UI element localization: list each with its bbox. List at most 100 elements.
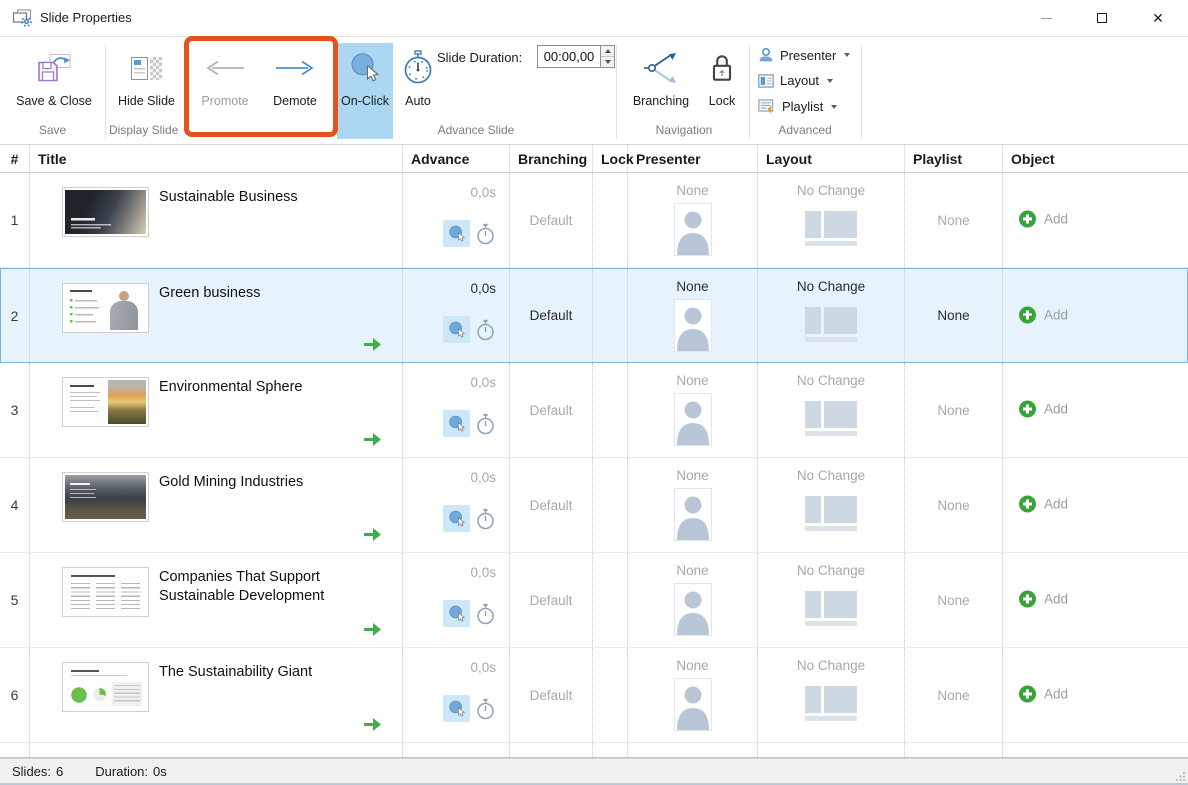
lock-cell[interactable] (593, 458, 628, 552)
playlist-cell[interactable]: None (905, 173, 1003, 267)
demote-button[interactable]: Demote (260, 43, 330, 108)
group-label-save: Save (0, 123, 105, 137)
add-object-button[interactable]: Add (1019, 400, 1068, 417)
add-object-button[interactable]: Add (1019, 210, 1068, 227)
slide-thumbnail[interactable] (62, 472, 149, 522)
layout-cell[interactable]: No Change (758, 269, 905, 362)
presenter-cell[interactable]: None (628, 363, 758, 457)
save-close-button[interactable]: Save & Close (10, 43, 98, 108)
lock-cell[interactable] (593, 363, 628, 457)
presenter-cell[interactable]: None (628, 269, 758, 362)
stopwatch-icon (476, 508, 495, 530)
branching-cell[interactable]: Default (510, 173, 593, 267)
auto-advance-toggle[interactable] (476, 603, 495, 625)
maximize-button[interactable] (1074, 0, 1130, 36)
lock-cell[interactable] (593, 553, 628, 647)
branching-cell[interactable]: Default (510, 269, 593, 362)
playlist-dropdown[interactable]: Playlist (758, 99, 837, 114)
slide-thumbnail[interactable] (62, 662, 149, 712)
layout-cell[interactable]: No Change (758, 648, 905, 742)
object-cell: Add (1003, 173, 1188, 267)
presenter-dropdown[interactable]: Presenter (758, 47, 850, 63)
duration-decrease-button[interactable] (601, 57, 614, 67)
branching-cell[interactable]: Default (510, 553, 593, 647)
presenter-cell[interactable]: None (628, 648, 758, 742)
ribbon: Save & Close Save Hide Slide Display Sli… (0, 37, 1188, 145)
layout-panels-icon (805, 307, 857, 343)
branching-cell[interactable]: Default (510, 363, 593, 457)
layout-cell[interactable]: No Change (758, 553, 905, 647)
add-object-button[interactable]: Add (1019, 590, 1068, 607)
slide-thumbnail[interactable] (62, 377, 149, 427)
layout-dropdown[interactable]: Layout (758, 73, 833, 88)
presenter-value: None (628, 183, 757, 198)
layout-cell[interactable]: No Change (758, 363, 905, 457)
slide-thumbnail[interactable] (62, 187, 149, 237)
layout-cell[interactable]: No Change (758, 173, 905, 267)
slide-thumbnail[interactable] (62, 283, 149, 333)
playlist-value: None (937, 213, 969, 228)
plus-circle-icon (1019, 590, 1036, 607)
promote-button[interactable]: Promote (192, 43, 258, 108)
layout-label: Layout (780, 73, 819, 88)
lock-cell[interactable] (593, 648, 628, 742)
playlist-cell[interactable]: None (905, 553, 1003, 647)
on-click-toggle[interactable] (443, 220, 470, 247)
lock-button[interactable]: Lock (700, 43, 744, 108)
auto-advance-toggle[interactable] (476, 319, 495, 341)
slide-duration-input[interactable]: 00:00,00 (537, 45, 601, 68)
presenter-cell[interactable]: None (628, 173, 758, 267)
resize-grip[interactable] (1176, 771, 1186, 781)
hide-slide-button[interactable]: Hide Slide (108, 43, 185, 108)
slide-title-cell: Gold Mining Industries (30, 458, 403, 552)
auto-advance-toggle[interactable] (476, 508, 495, 530)
auto-button[interactable]: Auto (397, 43, 439, 108)
advance-mode-toggles (443, 316, 495, 343)
hide-slide-label: Hide Slide (118, 94, 175, 108)
table-row[interactable]: 1 Sustainable Business 0,0s (0, 173, 1188, 268)
layout-cell[interactable]: No Change (758, 458, 905, 552)
branching-cell[interactable]: Default (510, 458, 593, 552)
minimize-button[interactable] (1018, 0, 1074, 36)
presenter-cell[interactable]: None (628, 553, 758, 647)
branching-button[interactable]: Branching (628, 43, 694, 108)
auto-advance-toggle[interactable] (476, 413, 495, 435)
on-click-toggle[interactable] (443, 410, 470, 437)
slide-thumbnail-image (65, 380, 146, 424)
column-header-title: Title (30, 145, 403, 172)
on-click-toggle[interactable] (443, 695, 470, 722)
auto-advance-toggle[interactable] (476, 223, 495, 245)
lock-cell[interactable] (593, 269, 628, 362)
playlist-cell[interactable]: None (905, 458, 1003, 552)
lock-cell[interactable] (593, 173, 628, 267)
auto-advance-toggle[interactable] (476, 698, 495, 720)
playlist-cell[interactable]: None (905, 269, 1003, 362)
table-row[interactable]: 6 The Sustainability Giant 0,0s (0, 648, 1188, 743)
playlist-cell[interactable]: None (905, 363, 1003, 457)
on-click-toggle[interactable] (443, 600, 470, 627)
close-button[interactable]: ✕ (1130, 0, 1186, 36)
column-header-branching: Branching (510, 145, 593, 172)
mouse-click-icon (448, 605, 466, 623)
table-row[interactable]: 2 Green business 0,0s (0, 268, 1188, 363)
playlist-cell[interactable]: None (905, 648, 1003, 742)
branching-cell[interactable]: Default (510, 648, 593, 742)
on-click-toggle[interactable] (443, 316, 470, 343)
slide-thumbnail[interactable] (62, 567, 149, 617)
slide-number: 5 (0, 553, 30, 647)
layout-value: No Change (758, 563, 904, 578)
mouse-click-icon (448, 225, 466, 243)
presenter-cell[interactable]: None (628, 458, 758, 552)
duration-label: Duration: (95, 764, 148, 779)
add-object-button[interactable]: Add (1019, 495, 1068, 512)
on-click-icon (349, 49, 381, 87)
add-object-button[interactable]: Add (1019, 306, 1068, 323)
on-click-toggle[interactable] (443, 505, 470, 532)
table-row[interactable]: 5 Companies That Support Sustainable Dev… (0, 553, 1188, 648)
add-object-button[interactable]: Add (1019, 685, 1068, 702)
table-row[interactable]: 3 Environmental Sphere 0,0s (0, 363, 1188, 458)
slides-count-label: Slides: (12, 764, 51, 779)
column-header-advance: Advance (403, 145, 510, 172)
table-row[interactable]: 4 Gold Mining Industries 0,0s (0, 458, 1188, 553)
duration-increase-button[interactable] (601, 46, 614, 57)
